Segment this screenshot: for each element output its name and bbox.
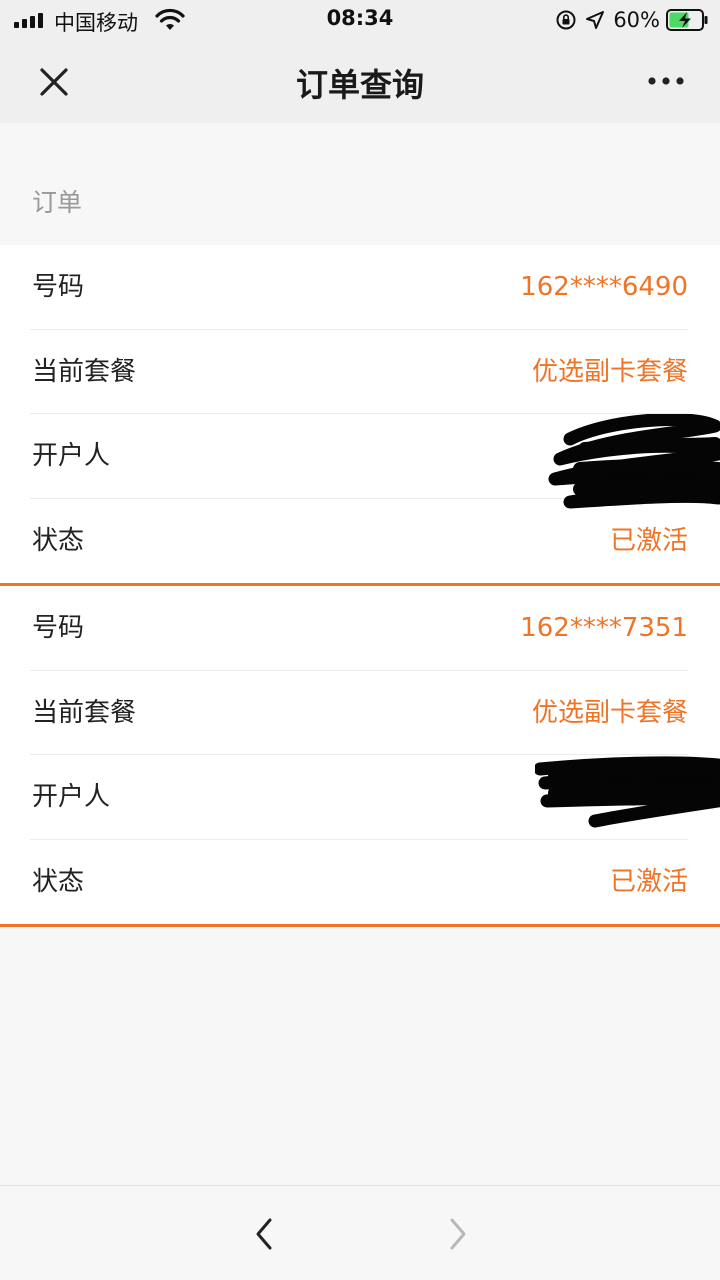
status-row: 状态 已激活 bbox=[30, 840, 688, 925]
plan-value: 优选副卡套餐 bbox=[531, 697, 688, 728]
number-value: 162****6490 bbox=[520, 272, 688, 302]
number-value: 162****7351 bbox=[520, 613, 688, 643]
bottom-toolbar bbox=[0, 1185, 720, 1280]
order-card: 号码 162****6490 当前套餐 优选副卡套餐 开户人 状态 已激活 bbox=[0, 245, 720, 586]
page-title: 订单查询 bbox=[295, 66, 424, 104]
status-bar: 中国移动 08:34 60% bbox=[0, 0, 720, 40]
redaction-scribble bbox=[535, 756, 720, 828]
forward-arrow-icon[interactable] bbox=[444, 1214, 472, 1254]
number-row: 号码 162****6490 bbox=[30, 245, 688, 330]
back-arrow-icon[interactable] bbox=[250, 1214, 278, 1254]
plan-label: 当前套餐 bbox=[32, 356, 137, 387]
order-list: 号码 162****6490 当前套餐 优选副卡套餐 开户人 状态 已激活 号码… bbox=[0, 245, 720, 927]
owner-row: 开户人 bbox=[30, 755, 720, 840]
plan-row: 当前套餐 优选副卡套餐 bbox=[30, 330, 688, 414]
status-value: 已激活 bbox=[609, 866, 688, 897]
owner-label: 开户人 bbox=[32, 441, 111, 471]
owner-label: 开户人 bbox=[32, 782, 111, 812]
plan-label: 当前套餐 bbox=[32, 697, 137, 728]
rotation-lock-icon bbox=[556, 10, 576, 30]
battery-percent: 60% bbox=[613, 8, 660, 32]
plan-row: 当前套餐 优选副卡套餐 bbox=[30, 671, 688, 755]
status-label: 状态 bbox=[32, 866, 85, 897]
plan-value: 优选副卡套餐 bbox=[531, 356, 688, 387]
owner-row: 开户人 bbox=[30, 414, 720, 509]
number-label: 号码 bbox=[32, 613, 85, 643]
status-row: 状态 已激活 bbox=[30, 499, 688, 584]
redaction-scribble bbox=[548, 414, 720, 509]
more-icon[interactable] bbox=[646, 70, 686, 92]
number-label: 号码 bbox=[32, 272, 85, 302]
number-row: 号码 162****7351 bbox=[30, 586, 688, 671]
status-value: 已激活 bbox=[609, 525, 688, 556]
nav-header: 订单查询 bbox=[0, 40, 720, 123]
status-label: 状态 bbox=[32, 525, 85, 556]
battery-charging-icon bbox=[666, 9, 708, 31]
order-card: 号码 162****7351 当前套餐 优选副卡套餐 开户人 状态 已激活 bbox=[0, 586, 720, 927]
location-icon bbox=[586, 11, 605, 29]
section-label: 订单 bbox=[32, 188, 83, 217]
